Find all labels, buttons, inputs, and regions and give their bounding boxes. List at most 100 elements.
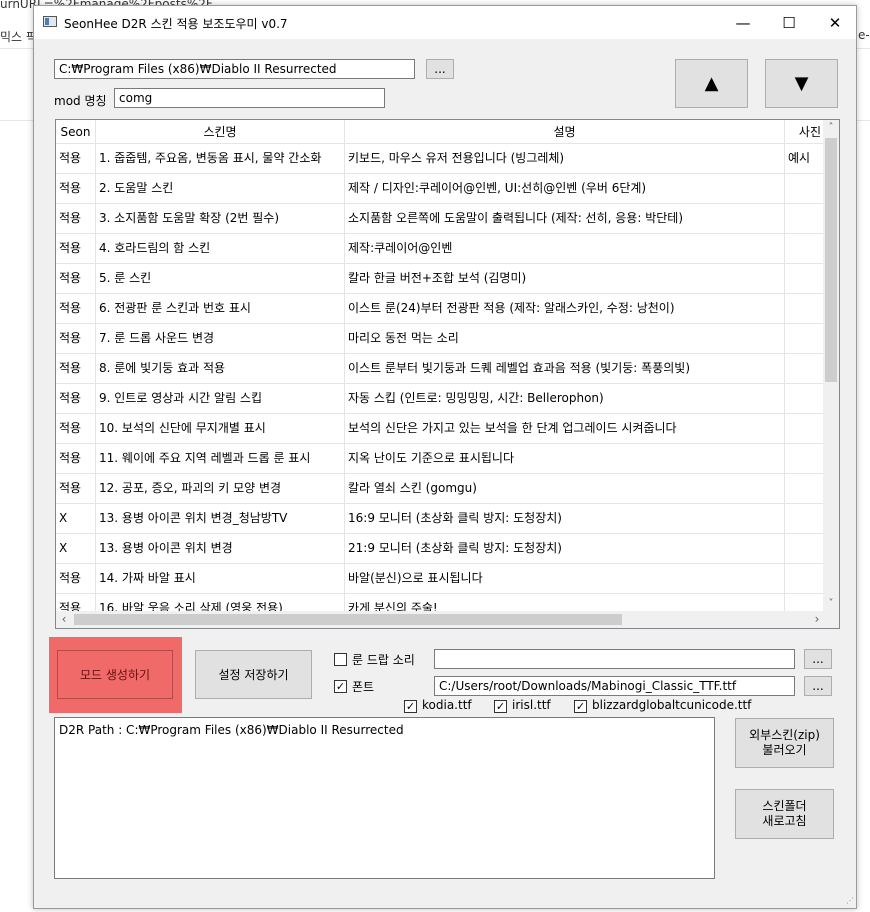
table-row[interactable]: X 13. 용병 아이콘 위치 변경 21:9 모니터 (초상화 클릭 방지: 도청… [56,534,826,564]
skin-name-cell[interactable]: 13. 용병 아이콘 위치 변경 [96,534,345,564]
blizzard-font-checkbox[interactable]: ✓ [574,700,587,713]
rune-drop-sound-checkbox[interactable] [334,653,347,666]
scroll-down-arrow-icon[interactable]: ˅ [823,596,839,612]
description-cell[interactable]: 보석의 신단은 가지고 있는 보석을 한 단계 업그레이드 시켜줍니다 [345,414,785,444]
description-cell[interactable]: 이스트 룬(24)부터 전광판 적용 (제작: 알래스카인, 수정: 낭천이) [345,294,785,324]
apply-status-cell[interactable]: 적용 [56,264,96,294]
description-cell[interactable]: 자동 스킵 (인트로: 밍밍밍밍, 시간: Bellerophon) [345,384,785,414]
apply-status-cell[interactable]: 적용 [56,324,96,354]
photo-cell[interactable] [785,294,826,324]
column-header[interactable]: 스킨명 [96,120,345,144]
skin-name-cell[interactable]: 8. 룬에 빛기둥 효과 적용 [96,354,345,384]
photo-cell[interactable] [785,234,826,264]
horizontal-scrollbar[interactable]: ‹ › [56,611,825,628]
refresh-skin-folder-button[interactable]: 스킨폴더 새로고침 [735,789,834,839]
table-row[interactable]: 적용 4. 호라드림의 함 스킨 제작:쿠레이어@인벤 [56,234,826,264]
photo-cell[interactable]: 예시 [785,144,826,174]
description-cell[interactable]: 키보드, 마우스 유저 전용입니다 (빙그레체) [345,144,785,174]
table-row[interactable]: 적용 3. 소지품함 도움말 확장 (2번 필수) 소지품함 오른쪽에 도움말이 출… [56,204,826,234]
vertical-scroll-thumb[interactable] [825,138,837,382]
description-cell[interactable]: 제작:쿠레이어@인벤 [345,234,785,264]
skin-name-cell[interactable]: 14. 가짜 바알 표시 [96,564,345,594]
description-cell[interactable]: 마리오 동전 먹는 소리 [345,324,785,354]
scroll-left-arrow-icon[interactable]: ‹ [56,611,72,628]
resize-grip-icon[interactable]: ⋰ [844,896,854,906]
skin-name-cell[interactable]: 1. 줍줍템, 주요옴, 변동옴 표시, 물약 간소화 [96,144,345,174]
skin-name-cell[interactable]: 13. 용병 아이콘 위치 변경_청남방TV [96,504,345,534]
apply-status-cell[interactable]: 적용 [56,144,96,174]
apply-status-cell[interactable]: X [56,504,96,534]
photo-cell[interactable] [785,264,826,294]
kodia-font-checkbox[interactable]: ✓ [404,700,417,713]
skin-name-cell[interactable]: 12. 공포, 증오, 파괴의 키 모양 변경 [96,474,345,504]
column-header[interactable]: Seon [56,120,96,144]
description-cell[interactable]: 바알(분신)으로 표시됩니다 [345,564,785,594]
photo-cell[interactable] [785,414,826,444]
move-up-button[interactable]: ▲ [675,59,748,108]
description-cell[interactable]: 지옥 난이도 기준으로 표시됩니다 [345,444,785,474]
skin-name-cell[interactable]: 11. 웨이에 주요 지역 레벨과 드롭 룬 표시 [96,444,345,474]
table-row[interactable]: 적용 7. 룬 드롭 사운드 변경 마리오 동전 먹는 소리 [56,324,826,354]
apply-status-cell[interactable]: X [56,534,96,564]
skin-name-cell[interactable]: 7. 룬 드롭 사운드 변경 [96,324,345,354]
photo-cell[interactable] [785,384,826,414]
description-cell[interactable]: 칼라 열쇠 스킨 (gomgu) [345,474,785,504]
column-header[interactable]: 설명 [345,120,785,144]
font-browse-button[interactable]: ... [804,676,832,696]
photo-cell[interactable] [785,444,826,474]
photo-cell[interactable] [785,564,826,594]
description-cell[interactable]: 소지품함 오른쪽에 도움말이 출력됩니다 (제작: 선히, 응용: 박단테) [345,204,785,234]
font-checkbox[interactable]: ✓ [334,680,347,693]
create-mod-button[interactable]: 모드 생성하기 [57,650,173,699]
skin-name-cell[interactable]: 9. 인트로 영상과 시간 알림 스킵 [96,384,345,414]
photo-cell[interactable] [785,354,826,384]
skin-name-cell[interactable]: 6. 전광판 룬 스킨과 번호 표시 [96,294,345,324]
close-button[interactable]: ✕ [812,6,858,39]
apply-status-cell[interactable]: 적용 [56,564,96,594]
description-cell[interactable]: 칼라 한글 버전+조합 보석 (김명미) [345,264,785,294]
skin-name-cell[interactable]: 3. 소지품함 도움말 확장 (2번 필수) [96,204,345,234]
photo-cell[interactable] [785,174,826,204]
scroll-up-arrow-icon[interactable]: ˄ [823,120,839,136]
table-row[interactable]: 적용 14. 가짜 바알 표시 바알(분신)으로 표시됩니다 [56,564,826,594]
description-cell[interactable]: 21:9 모니터 (초상화 클릭 방지: 도청장치) [345,534,785,564]
apply-status-cell[interactable]: 적용 [56,174,96,204]
table-row[interactable]: 적용 10. 보석의 신단에 무지개별 표시 보석의 신단은 가지고 있는 보석을 … [56,414,826,444]
skin-name-cell[interactable]: 4. 호라드림의 함 스킨 [96,234,345,264]
apply-status-cell[interactable]: 적용 [56,294,96,324]
photo-cell[interactable] [785,204,826,234]
skin-name-cell[interactable]: 2. 도움말 스킨 [96,174,345,204]
game-path-input[interactable]: C:₩Program Files (x86)₩Diablo II Resurre… [54,59,415,79]
load-external-skin-button[interactable]: 외부스킨(zip) 불러오기 [735,718,834,768]
vertical-scrollbar[interactable]: ˄ ˅ [823,120,839,612]
irisl-font-checkbox[interactable]: ✓ [494,700,507,713]
minimize-button[interactable]: — [720,6,766,39]
apply-status-cell[interactable]: 적용 [56,354,96,384]
table-row[interactable]: 적용 9. 인트로 영상과 시간 알림 스킵 자동 스킵 (인트로: 밍밍밍밍, 시… [56,384,826,414]
skin-grid[interactable]: Seon 스킨명 설명 사진 적용 1. 줍줍템, 주요옴, 변동옴 표시, 물약… [55,119,840,629]
table-row[interactable]: 적용 5. 룬 스킨 칼라 한글 버전+조합 보석 (김명미) [56,264,826,294]
table-row[interactable]: X 13. 용병 아이콘 위치 변경_청남방TV 16:9 모니터 (초상화 클릭 … [56,504,826,534]
table-row[interactable]: 적용 1. 줍줍템, 주요옴, 변동옴 표시, 물약 간소화 키보드, 마우스 유저… [56,144,826,174]
apply-status-cell[interactable]: 적용 [56,384,96,414]
horizontal-scroll-thumb[interactable] [74,614,622,625]
move-down-button[interactable]: ▼ [765,59,838,108]
rune-drop-sound-input[interactable] [434,649,795,669]
skin-name-cell[interactable]: 5. 룬 스킨 [96,264,345,294]
save-settings-button[interactable]: 설정 저장하기 [195,650,312,699]
maximize-button[interactable]: ☐ [766,6,812,39]
table-row[interactable]: 적용 8. 룬에 빛기둥 효과 적용 이스트 룬부터 빛기둥과 드퀘 레벨업 효과음… [56,354,826,384]
log-output[interactable]: D2R Path : C:₩Program Files (x86)₩Diablo… [54,717,715,879]
apply-status-cell[interactable]: 적용 [56,444,96,474]
description-cell[interactable]: 16:9 모니터 (초상화 클릭 방지: 도청장치) [345,504,785,534]
apply-status-cell[interactable]: 적용 [56,234,96,264]
browse-path-button[interactable]: ... [426,59,454,79]
photo-cell[interactable] [785,534,826,564]
apply-status-cell[interactable]: 적용 [56,204,96,234]
skin-name-cell[interactable]: 10. 보석의 신단에 무지개별 표시 [96,414,345,444]
description-cell[interactable]: 이스트 룬부터 빛기둥과 드퀘 레벨업 효과음 적용 (빛기둥: 폭풍의빛) [345,354,785,384]
table-row[interactable]: 적용 12. 공포, 증오, 파괴의 키 모양 변경 칼라 열쇠 스킨 (gomgu… [56,474,826,504]
photo-cell[interactable] [785,474,826,504]
table-row[interactable]: 적용 11. 웨이에 주요 지역 레벨과 드롭 룬 표시 지옥 난이도 기준으로 표… [56,444,826,474]
apply-status-cell[interactable]: 적용 [56,414,96,444]
